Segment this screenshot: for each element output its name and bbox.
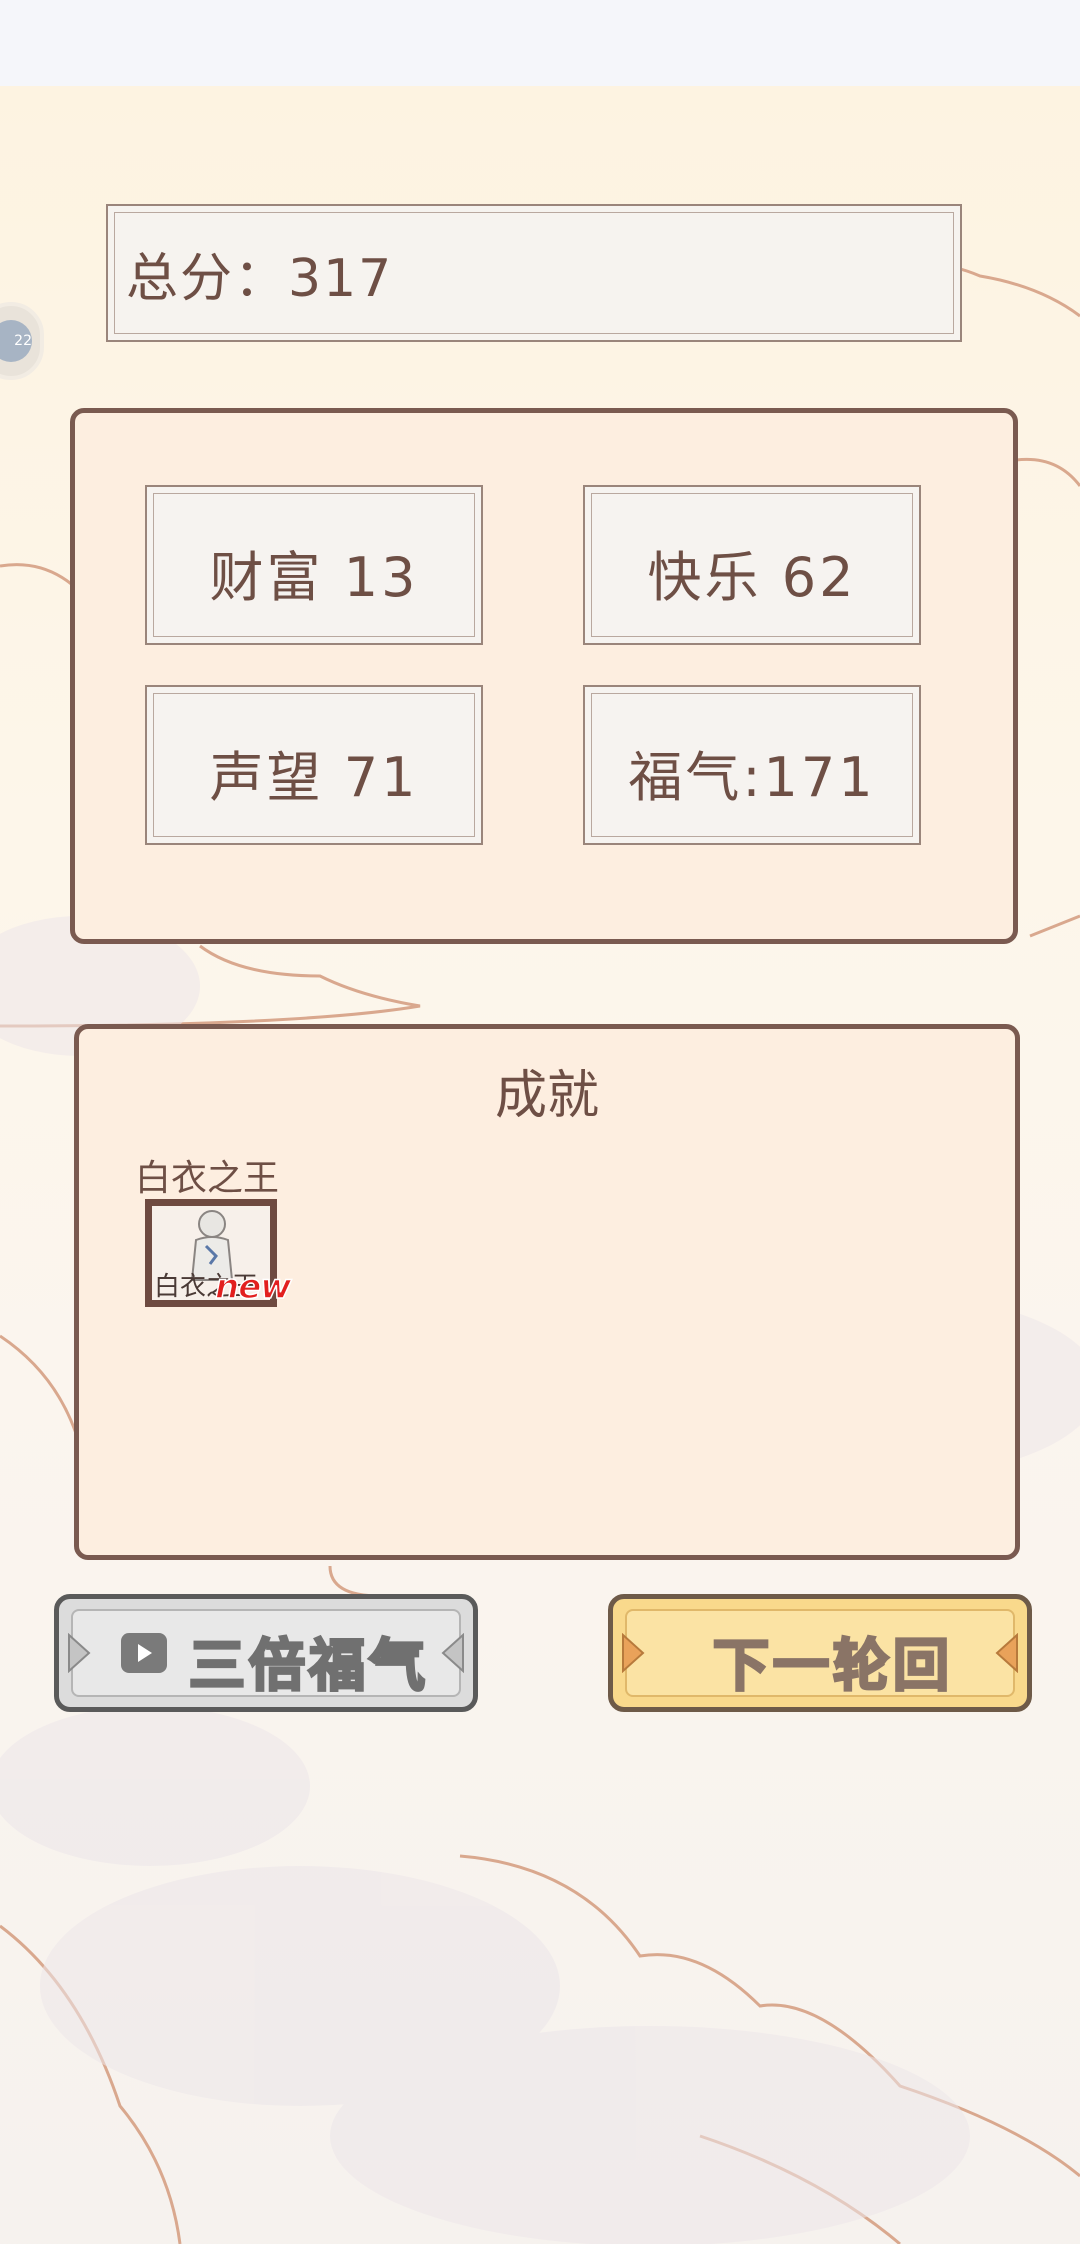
stat-wealth-label: 财富 13: [209, 546, 419, 609]
status-bar: [0, 0, 1080, 86]
new-tag: new: [214, 1266, 292, 1308]
side-bubble-icon: 22: [0, 320, 32, 362]
triple-fortune-button[interactable]: 三倍福气: [54, 1594, 478, 1712]
stat-fortune: 福气:171: [583, 685, 921, 845]
achievement-name: 白衣之王: [135, 1158, 280, 1199]
stat-wealth: 财富 13: [145, 485, 483, 645]
next-cycle-label: 下一轮回: [712, 1633, 953, 1701]
stat-happiness: 快乐 62: [583, 485, 921, 645]
achievements-panel: 成就 白衣之王 白衣之王 new: [74, 1024, 1020, 1560]
stat-reputation: 声望 71: [145, 685, 483, 845]
achievements-title: 成就: [494, 1066, 599, 1126]
total-score-frame: 总分：317: [106, 204, 962, 342]
arrow-left-icon: [441, 1633, 464, 1673]
stat-fortune-label: 福气:171: [628, 746, 876, 809]
triple-fortune-label: 三倍福气: [188, 1633, 429, 1701]
next-cycle-button[interactable]: 下一轮回: [608, 1594, 1032, 1712]
stats-panel: 财富 13 快乐 62 声望 71 福气:171: [70, 408, 1018, 944]
arrow-left-icon: [995, 1633, 1018, 1673]
total-score-text: 总分：317: [126, 249, 394, 309]
video-icon: [121, 1633, 167, 1673]
arrow-right-icon: [68, 1633, 91, 1673]
arrow-right-icon: [622, 1633, 645, 1673]
stat-happiness-label: 快乐 62: [647, 546, 857, 609]
stat-reputation-label: 声望 71: [209, 746, 419, 809]
